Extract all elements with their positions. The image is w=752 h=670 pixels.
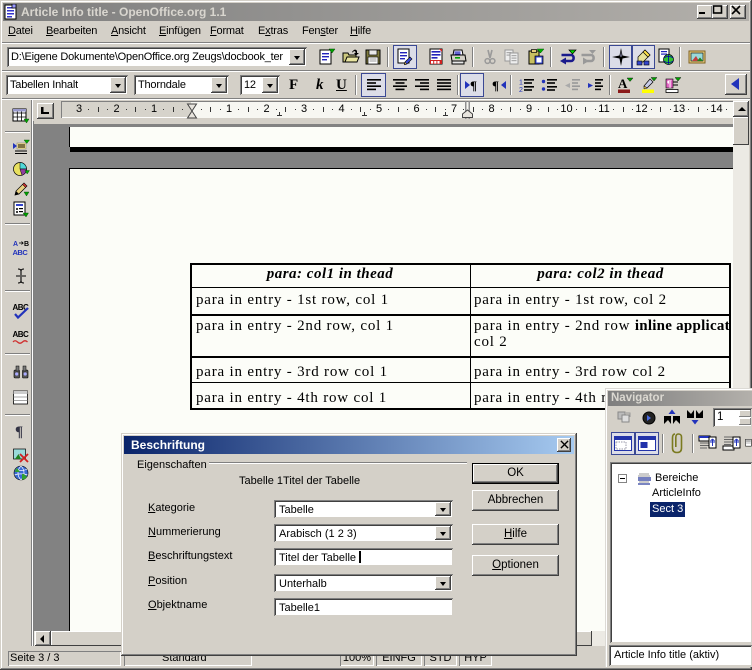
svg-text:ABC: ABC — [12, 330, 29, 339]
svg-text:2: 2 — [519, 87, 523, 93]
svg-text:ABC: ABC — [12, 248, 28, 257]
svg-text:1: 1 — [519, 79, 523, 86]
svg-text:¶: ¶ — [492, 78, 499, 92]
svg-text:¶: ¶ — [667, 79, 672, 89]
svg-text:B: B — [24, 241, 29, 248]
svg-text:¶: ¶ — [15, 424, 23, 440]
svg-text:A: A — [13, 241, 18, 248]
svg-text:A: A — [618, 77, 628, 91]
svg-text:¶: ¶ — [470, 78, 477, 92]
